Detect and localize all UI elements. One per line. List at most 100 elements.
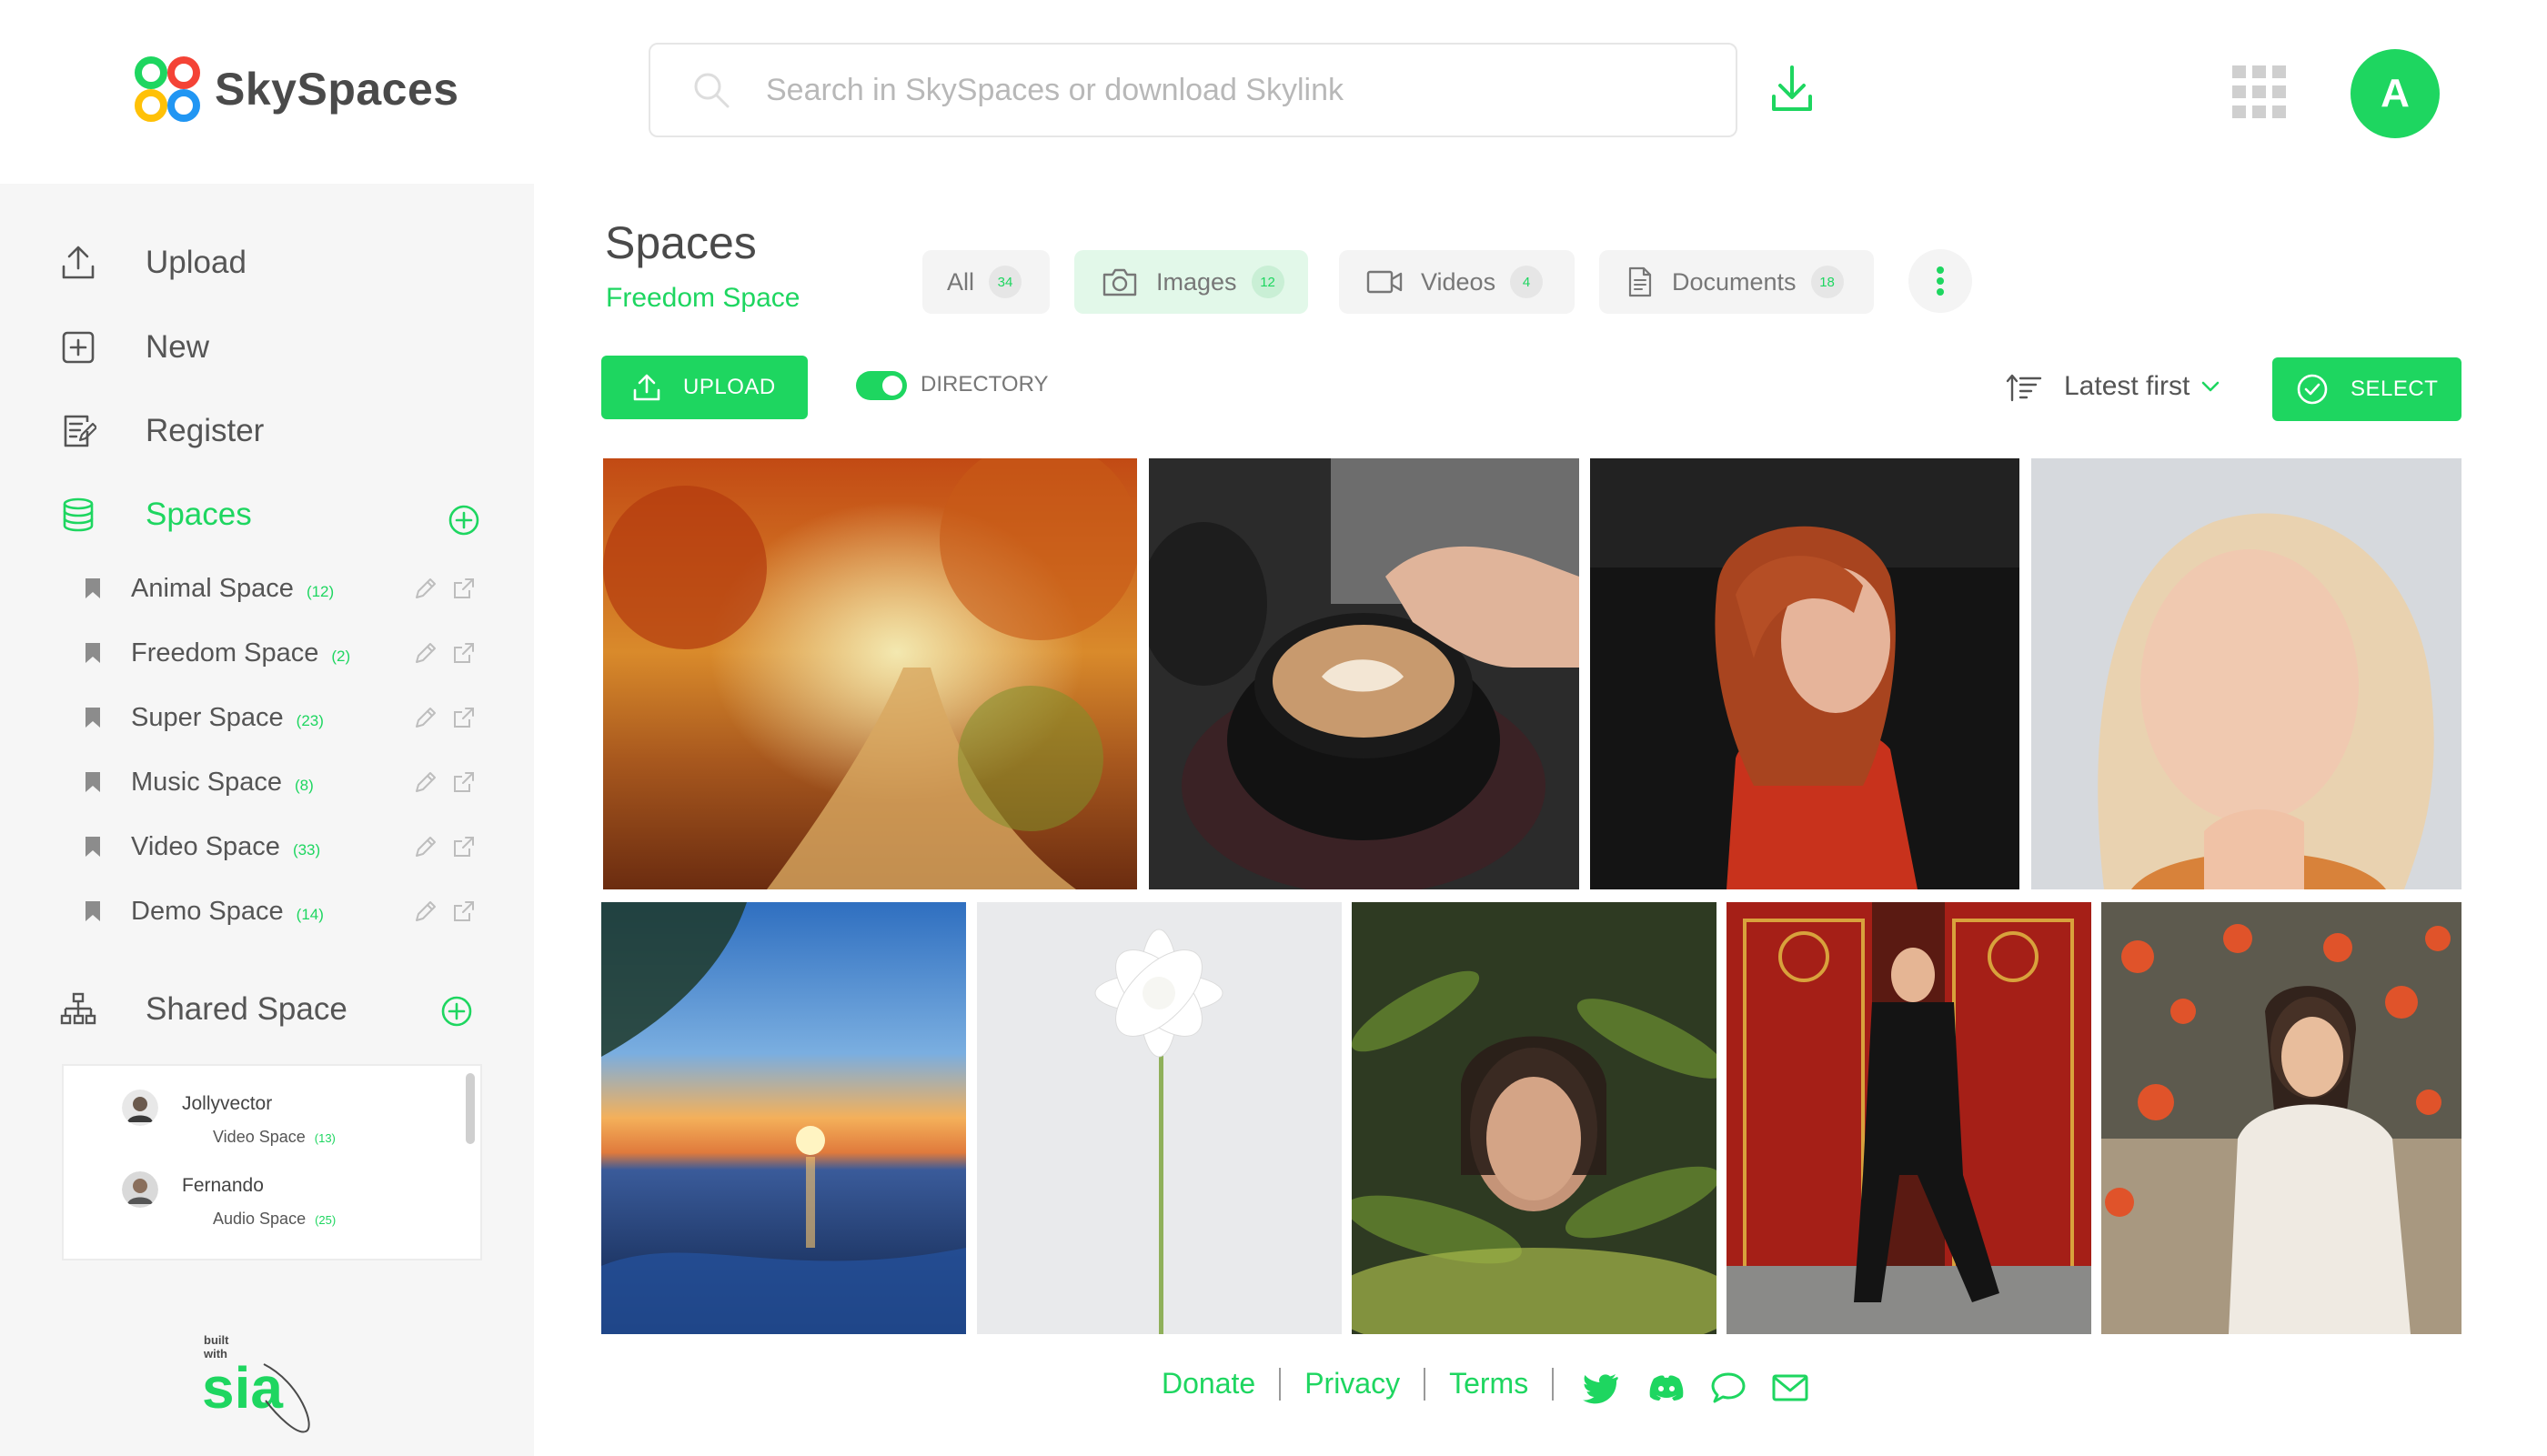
footer-link-donate[interactable]: Donate (1162, 1367, 1255, 1401)
tab-count-badge: 34 (989, 266, 1022, 298)
image-thumbnail-blonde-woman[interactable] (2031, 458, 2461, 889)
tab-all[interactable]: All 34 (922, 250, 1050, 314)
sidebar: Upload New Register Spaces Animal Space (… (0, 184, 534, 1456)
shared-user-space-count: (25) (315, 1213, 337, 1227)
edit-icon[interactable] (413, 576, 438, 601)
shared-panel-scrollbar[interactable] (466, 1073, 475, 1144)
search-icon (694, 73, 730, 108)
space-item-video[interactable]: Video Space (33) (84, 824, 484, 869)
upload-icon (62, 246, 95, 279)
bookmark-icon (86, 837, 100, 857)
image-thumbnail-woman-red-doors[interactable] (1727, 902, 2091, 1334)
edit-icon[interactable] (413, 705, 438, 730)
edit-icon[interactable] (413, 899, 438, 924)
bookmark-icon (86, 901, 100, 921)
chat-icon[interactable] (1710, 1371, 1747, 1404)
mail-icon[interactable] (1772, 1371, 1808, 1404)
footer-divider (1552, 1367, 1555, 1401)
app-name: SkySpaces (215, 64, 459, 115)
share-icon[interactable] (451, 640, 477, 666)
discord-icon[interactable] (1648, 1371, 1685, 1404)
add-space-icon[interactable] (448, 504, 480, 537)
apps-grid-icon[interactable] (2232, 65, 2287, 118)
image-thumbnail-autumn-forest[interactable] (603, 458, 1137, 889)
edit-icon[interactable] (413, 769, 438, 795)
more-vertical-icon (1937, 266, 1944, 296)
sidebar-item-shared-space[interactable]: Shared Space (60, 991, 347, 1028)
edit-icon[interactable] (413, 834, 438, 859)
more-options-button[interactable] (1908, 249, 1972, 313)
database-icon (63, 497, 94, 532)
badge-line-1: built (204, 1333, 229, 1347)
space-name: Freedom Space (131, 638, 319, 668)
document-icon (1628, 266, 1652, 297)
space-count: (33) (292, 840, 321, 859)
directory-label: DIRECTORY (921, 372, 1049, 397)
space-item-freedom[interactable]: Freedom Space (2) (84, 630, 484, 676)
space-item-super[interactable]: Super Space (23) (84, 695, 484, 740)
tab-videos[interactable]: Videos 4 (1339, 250, 1575, 314)
sidebar-item-register[interactable]: Register (60, 413, 264, 449)
footer-divider (1279, 1367, 1282, 1401)
share-icon[interactable] (451, 834, 477, 859)
tab-label: All (947, 267, 975, 296)
built-with-sia-badge[interactable]: built with sia (200, 1328, 318, 1437)
search-input[interactable] (766, 72, 1676, 108)
bookmark-icon (86, 643, 100, 663)
search-bar[interactable] (649, 43, 1737, 137)
image-thumbnail-latte-art[interactable] (1149, 458, 1579, 889)
space-item-animal[interactable]: Animal Space (12) (84, 566, 484, 611)
shared-user-name: Jollyvector (182, 1093, 273, 1114)
select-button-label: SELECT (2351, 377, 2439, 401)
directory-toggle[interactable] (856, 371, 907, 400)
sitemap-icon (60, 992, 96, 1025)
skyspaces-logo-icon (135, 56, 200, 122)
space-count: (12) (306, 582, 335, 600)
image-thumbnail-woman-leaves[interactable] (1352, 902, 1716, 1334)
image-thumbnail-lake-sunset[interactable] (601, 902, 966, 1334)
camera-icon (1102, 268, 1137, 296)
video-icon (1366, 270, 1403, 294)
shared-user-item[interactable]: Jollyvector Video Space (13) (122, 1089, 449, 1162)
tab-images[interactable]: Images 12 (1074, 250, 1308, 314)
register-icon (64, 415, 96, 447)
footer-divider (1424, 1367, 1426, 1401)
share-icon[interactable] (451, 705, 477, 730)
sort-icon (2006, 374, 2042, 402)
footer-link-terms[interactable]: Terms (1449, 1367, 1528, 1401)
page-subtitle[interactable]: Freedom Space (606, 283, 800, 314)
image-thumbnail-woman-red-flowers[interactable] (2101, 902, 2461, 1334)
sidebar-item-spaces[interactable]: Spaces (60, 497, 252, 533)
sort-dropdown[interactable]: Latest first (2006, 371, 2220, 402)
footer-links: Donate Privacy Terms (1162, 1367, 1577, 1401)
image-thumbnail-white-flower[interactable] (977, 902, 1342, 1334)
download-icon[interactable] (1769, 64, 1815, 115)
bookmark-icon (86, 578, 100, 598)
add-shared-space-icon[interactable] (440, 995, 473, 1028)
shared-user-item[interactable]: Fernando Audio Space (25) (122, 1171, 449, 1244)
footer-link-privacy[interactable]: Privacy (1304, 1367, 1400, 1401)
upload-button-label: UPLOAD (683, 375, 776, 399)
shared-user-space: Video Space (213, 1128, 306, 1146)
space-name: Video Space (131, 831, 280, 861)
twitter-icon[interactable] (1583, 1371, 1619, 1404)
sidebar-item-label: Upload (146, 245, 247, 280)
upload-button[interactable]: UPLOAD (601, 356, 808, 419)
edit-icon[interactable] (413, 640, 438, 666)
sidebar-item-upload[interactable]: Upload (60, 245, 247, 281)
space-item-music[interactable]: Music Space (8) (84, 759, 484, 805)
tab-documents[interactable]: Documents 18 (1599, 250, 1874, 314)
select-button[interactable]: SELECT (2272, 357, 2461, 421)
space-item-demo[interactable]: Demo Space (14) (84, 889, 484, 934)
upload-icon (633, 374, 660, 401)
space-name: Demo Space (131, 896, 284, 926)
shared-users-panel: Jollyvector Video Space (13) Fernando Aud… (62, 1064, 482, 1260)
app-logo[interactable]: SkySpaces (133, 55, 459, 124)
tab-count-badge: 12 (1251, 266, 1284, 298)
share-icon[interactable] (451, 576, 477, 601)
sidebar-item-new[interactable]: New (60, 329, 209, 366)
share-icon[interactable] (451, 769, 477, 795)
user-avatar[interactable]: A (2351, 49, 2440, 138)
image-thumbnail-red-haired-woman[interactable] (1590, 458, 2019, 889)
share-icon[interactable] (451, 899, 477, 924)
